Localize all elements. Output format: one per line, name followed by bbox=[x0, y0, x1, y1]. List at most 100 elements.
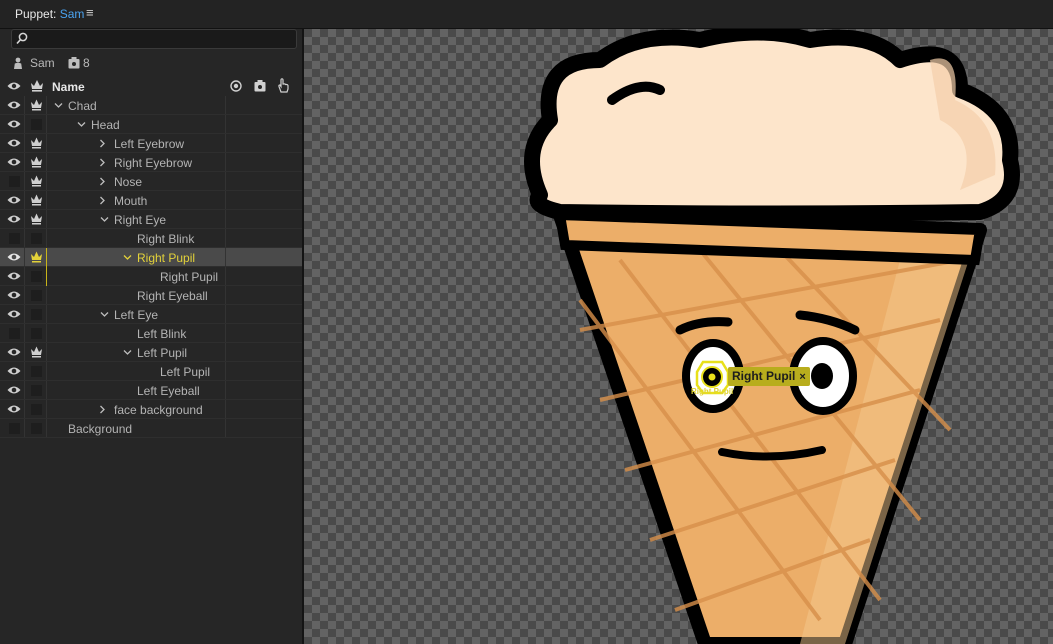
visibility-header-icon[interactable] bbox=[7, 81, 21, 91]
panel-title-label: Puppet: bbox=[15, 7, 57, 21]
origin-icon[interactable] bbox=[230, 80, 242, 92]
tree-row-label: Mouth bbox=[114, 194, 148, 208]
eye-toggle-empty[interactable] bbox=[9, 176, 20, 187]
tree-row-label: Head bbox=[91, 118, 120, 132]
crown-icon[interactable] bbox=[30, 346, 43, 358]
crown-toggle-empty[interactable] bbox=[31, 309, 42, 320]
eye-icon[interactable] bbox=[7, 194, 21, 206]
tree-row-label: face background bbox=[114, 403, 203, 417]
eye-toggle-empty[interactable] bbox=[9, 233, 20, 244]
puppet-name: Sam bbox=[30, 56, 55, 70]
close-icon[interactable]: × bbox=[799, 371, 805, 383]
eye-toggle-empty[interactable] bbox=[9, 328, 20, 339]
tree-row-mouth[interactable]: Mouth bbox=[0, 191, 302, 210]
chevron-right-icon[interactable] bbox=[98, 177, 107, 186]
rig-icon bbox=[68, 57, 80, 69]
crown-icon[interactable] bbox=[30, 213, 43, 225]
chevron-right-icon[interactable] bbox=[98, 139, 107, 148]
eye-icon[interactable] bbox=[7, 137, 21, 149]
tree-row-left-pupil-group[interactable]: Left Pupil bbox=[0, 343, 302, 362]
tree-row-face-background[interactable]: face background bbox=[0, 400, 302, 419]
name-column-header[interactable]: Name bbox=[52, 80, 85, 94]
tree-row-label: Right Pupil bbox=[160, 270, 219, 284]
crown-header-icon[interactable] bbox=[30, 79, 44, 92]
tree-row-right-eyebrow[interactable]: Right Eyebrow bbox=[0, 153, 302, 172]
tree-row-label: Left Pupil bbox=[160, 365, 211, 379]
tree-row-label: Left Eye bbox=[114, 308, 159, 322]
rig-column-icon[interactable] bbox=[254, 80, 266, 92]
eye-icon[interactable] bbox=[7, 251, 21, 263]
tree-row-right-eyeball[interactable]: Right Eyeball bbox=[0, 286, 302, 305]
chevron-down-icon[interactable] bbox=[77, 120, 86, 129]
tree-row-label: Left Eyebrow bbox=[114, 137, 185, 151]
eye-icon[interactable] bbox=[7, 308, 21, 320]
tree-row-label: Left Blink bbox=[137, 327, 187, 341]
eye-icon[interactable] bbox=[7, 365, 21, 377]
tree-row-left-eyeball[interactable]: Left Eyeball bbox=[0, 381, 302, 400]
layer-tree: Chad Head Left Eyebrow Right Eyebrow Nos… bbox=[0, 96, 302, 438]
eye-icon[interactable] bbox=[7, 118, 21, 130]
chevron-down-icon[interactable] bbox=[54, 101, 63, 110]
crown-icon[interactable] bbox=[30, 194, 43, 206]
chevron-down-icon[interactable] bbox=[123, 253, 132, 262]
person-icon bbox=[14, 57, 22, 69]
tree-row-background[interactable]: Background bbox=[0, 419, 302, 438]
tree-row-label: Right Pupil bbox=[137, 251, 196, 265]
search-input[interactable] bbox=[34, 31, 293, 48]
tree-row-label: Left Pupil bbox=[137, 346, 188, 360]
tree-row-right-pupil-group[interactable]: Right Pupil bbox=[0, 248, 302, 267]
tree-row-label: Right Eyebrow bbox=[114, 156, 193, 170]
hamburger-menu-icon[interactable]: ≡ bbox=[86, 5, 94, 20]
eye-icon[interactable] bbox=[7, 270, 21, 282]
search-box[interactable] bbox=[11, 29, 297, 49]
tree-row-nose[interactable]: Nose bbox=[0, 172, 302, 191]
chevron-down-icon[interactable] bbox=[100, 215, 109, 224]
tree-row-head[interactable]: Head bbox=[0, 115, 302, 134]
crown-toggle-empty[interactable] bbox=[31, 271, 42, 282]
crown-toggle-empty[interactable] bbox=[31, 423, 42, 434]
rig-count: 8 bbox=[83, 56, 90, 70]
crown-icon[interactable] bbox=[30, 251, 43, 263]
tree-row-right-eye[interactable]: Right Eye bbox=[0, 210, 302, 229]
tree-row-left-eye[interactable]: Left Eye bbox=[0, 305, 302, 324]
crown-toggle-empty[interactable] bbox=[31, 119, 42, 130]
panel-title[interactable]: Puppet: Sam bbox=[15, 7, 84, 21]
chevron-down-icon[interactable] bbox=[100, 310, 109, 319]
crown-icon[interactable] bbox=[30, 99, 43, 111]
crown-toggle-empty[interactable] bbox=[31, 385, 42, 396]
eye-icon[interactable] bbox=[7, 289, 21, 301]
crown-toggle-empty[interactable] bbox=[31, 404, 42, 415]
chevron-right-icon[interactable] bbox=[98, 158, 107, 167]
handle-label: Right Pupil bbox=[691, 387, 734, 396]
eye-toggle-empty[interactable] bbox=[9, 423, 20, 434]
eye-icon[interactable] bbox=[7, 213, 21, 225]
crown-toggle-empty[interactable] bbox=[31, 290, 42, 301]
tree-row-right-pupil[interactable]: Right Pupil bbox=[0, 267, 302, 286]
crown-icon[interactable] bbox=[30, 156, 43, 168]
crown-toggle-empty[interactable] bbox=[31, 366, 42, 377]
eye-icon[interactable] bbox=[7, 156, 21, 168]
chevron-right-icon[interactable] bbox=[98, 196, 107, 205]
hand-icon[interactable] bbox=[277, 78, 290, 93]
tree-row-left-eyebrow[interactable]: Left Eyebrow bbox=[0, 134, 302, 153]
eye-icon[interactable] bbox=[7, 384, 21, 396]
tree-row-right-blink[interactable]: Right Blink bbox=[0, 229, 302, 248]
crown-toggle-empty[interactable] bbox=[31, 233, 42, 244]
crown-icon[interactable] bbox=[30, 175, 43, 187]
chevron-down-icon[interactable] bbox=[123, 348, 132, 357]
eye-icon[interactable] bbox=[7, 403, 21, 415]
crown-icon[interactable] bbox=[30, 137, 43, 149]
eye-icon[interactable] bbox=[7, 99, 21, 111]
tree-row-left-blink[interactable]: Left Blink bbox=[0, 324, 302, 343]
chevron-right-icon[interactable] bbox=[98, 405, 107, 414]
puppet-panel: Sam 8 Name Chad Head Left Eyebrow Right … bbox=[0, 29, 302, 644]
crown-toggle-empty[interactable] bbox=[31, 328, 42, 339]
eye-icon[interactable] bbox=[7, 346, 21, 358]
tree-row-label: Nose bbox=[114, 175, 143, 189]
tree-row-label: Right Eyeball bbox=[137, 289, 208, 303]
ice-cream-cone-artwork bbox=[524, 29, 1020, 644]
tree-row-left-pupil[interactable]: Left Pupil bbox=[0, 362, 302, 381]
scene-canvas[interactable]: Right Pupil Right Pupil × bbox=[304, 29, 1053, 644]
selected-handle-tag[interactable]: Right Pupil × bbox=[728, 367, 810, 386]
tree-row-chad[interactable]: Chad bbox=[0, 96, 302, 115]
